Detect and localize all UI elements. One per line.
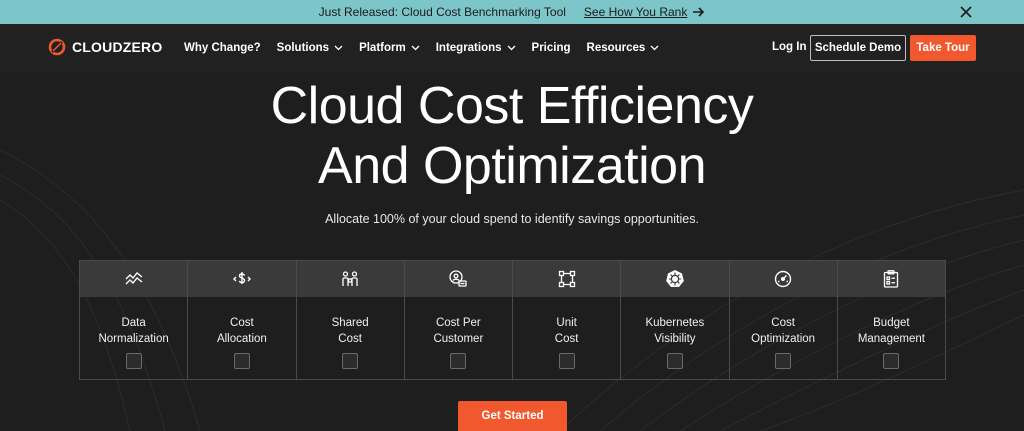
logo[interactable]: CLOUDZERO [48, 38, 162, 56]
get-started-button[interactable]: Get Started [458, 401, 567, 431]
close-icon[interactable] [956, 2, 976, 22]
feature-checkbox[interactable] [233, 353, 250, 369]
feature-selector-grid: Data Normalization Cost Allocation Shared C… [79, 260, 946, 380]
feature-icon-bar [729, 261, 837, 297]
customer-card-icon [449, 270, 468, 287]
feature-shared-cost[interactable]: Shared Cost [296, 261, 405, 379]
feature-label: Shared Cost [331, 317, 369, 345]
feature-label: Cost Per Customer [433, 317, 484, 345]
nav-item-label: Why Change? [184, 42, 261, 54]
feature-checkbox[interactable] [450, 353, 467, 369]
feature-icon-bar [296, 261, 404, 297]
nav-item-label: Resources [586, 42, 646, 54]
dollar-arrows-icon [232, 272, 251, 284]
nav-item-pricing[interactable]: Pricing [532, 42, 571, 54]
hero-title-line-2: And Optimization [318, 137, 706, 195]
feature-label: Kubernetes Visibility [645, 317, 705, 345]
chevron-down-icon [334, 45, 343, 51]
feature-cost-optimization[interactable]: Cost Optimization [729, 261, 838, 379]
feature-checkbox[interactable] [342, 353, 359, 369]
feature-kubernetes-visibility[interactable]: Kubernetes Visibility [621, 261, 730, 379]
gauge-icon [774, 270, 792, 288]
feature-cost-allocation[interactable]: Cost Allocation [188, 261, 297, 379]
feature-label: Cost Optimization [751, 317, 816, 345]
feature-icon-bar [837, 261, 945, 297]
feature-data-normalization[interactable]: Data Normalization [80, 261, 189, 379]
nav-item-label: Platform [359, 42, 406, 54]
feature-icon-bar [513, 261, 621, 297]
feature-label: Data Normalization [98, 317, 169, 345]
take-tour-button[interactable]: Take Tour [910, 35, 976, 61]
feature-checkbox[interactable] [883, 353, 900, 369]
announcement-link[interactable]: See How You Rank [584, 5, 705, 19]
nav-item-label: Pricing [531, 42, 571, 54]
chevron-down-icon [650, 45, 659, 51]
feature-label: Cost Allocation [216, 317, 267, 345]
arrow-right-icon [693, 7, 705, 17]
announcement-message: Just Released: Cloud Cost Benchmarking T… [318, 5, 566, 19]
feature-icon-bar [621, 261, 729, 297]
feature-checkbox[interactable] [775, 353, 792, 369]
nav-item-solutions[interactable]: Solutions [277, 42, 343, 54]
chevron-down-icon [411, 45, 420, 51]
feature-icon-bar [188, 261, 296, 297]
announcement-link-label: See How You Rank [583, 5, 688, 19]
feature-unit-cost[interactable]: Unit Cost [513, 261, 622, 379]
kubernetes-icon [666, 270, 684, 287]
feature-icon-bar [80, 261, 188, 297]
nav-item-resources[interactable]: Resources [587, 42, 660, 54]
hero-title: Cloud Cost Efficiency And Optimization [0, 76, 1024, 196]
feature-label: Budget Management [857, 317, 925, 345]
logo-text: CLOUDZERO [72, 39, 163, 55]
login-link[interactable]: Log In [772, 41, 807, 53]
hero-title-line-1: Cloud Cost Efficiency [270, 77, 754, 135]
feature-budget-management[interactable]: Budget Management [837, 261, 945, 379]
people-share-icon [342, 271, 358, 286]
hero-subtitle: Allocate 100% of your cloud spend to ide… [325, 212, 699, 226]
feature-label: Unit Cost [554, 317, 579, 345]
feature-cost-per-customer[interactable]: Cost Per Customer [404, 261, 513, 379]
clipboard-icon [884, 270, 899, 288]
nav-item-why-change[interactable]: Why Change? [184, 42, 261, 54]
nodes-square-icon [558, 270, 575, 288]
feature-icon-bar [404, 261, 512, 297]
cloudzero-logo-icon [48, 38, 66, 56]
chevron-down-icon [507, 45, 515, 51]
feature-checkbox[interactable] [125, 353, 142, 369]
nav-item-integrations[interactable]: Integrations [436, 42, 516, 54]
nav-item-platform[interactable]: Platform [359, 42, 420, 54]
feature-checkbox[interactable] [558, 353, 575, 369]
nav-item-label: Integrations [435, 42, 502, 54]
announcement-bar: Just Released: Cloud Cost Benchmarking T… [0, 0, 1024, 24]
nav-menu: Why Change? Solutions Platform Integrati… [184, 24, 675, 72]
main-navbar: CLOUDZERO Why Change? Solutions Platform… [0, 24, 1024, 72]
trend-lines-icon [125, 272, 143, 285]
nav-item-label: Solutions [276, 42, 330, 54]
feature-checkbox[interactable] [666, 353, 683, 369]
schedule-demo-button[interactable]: Schedule Demo [810, 35, 906, 61]
